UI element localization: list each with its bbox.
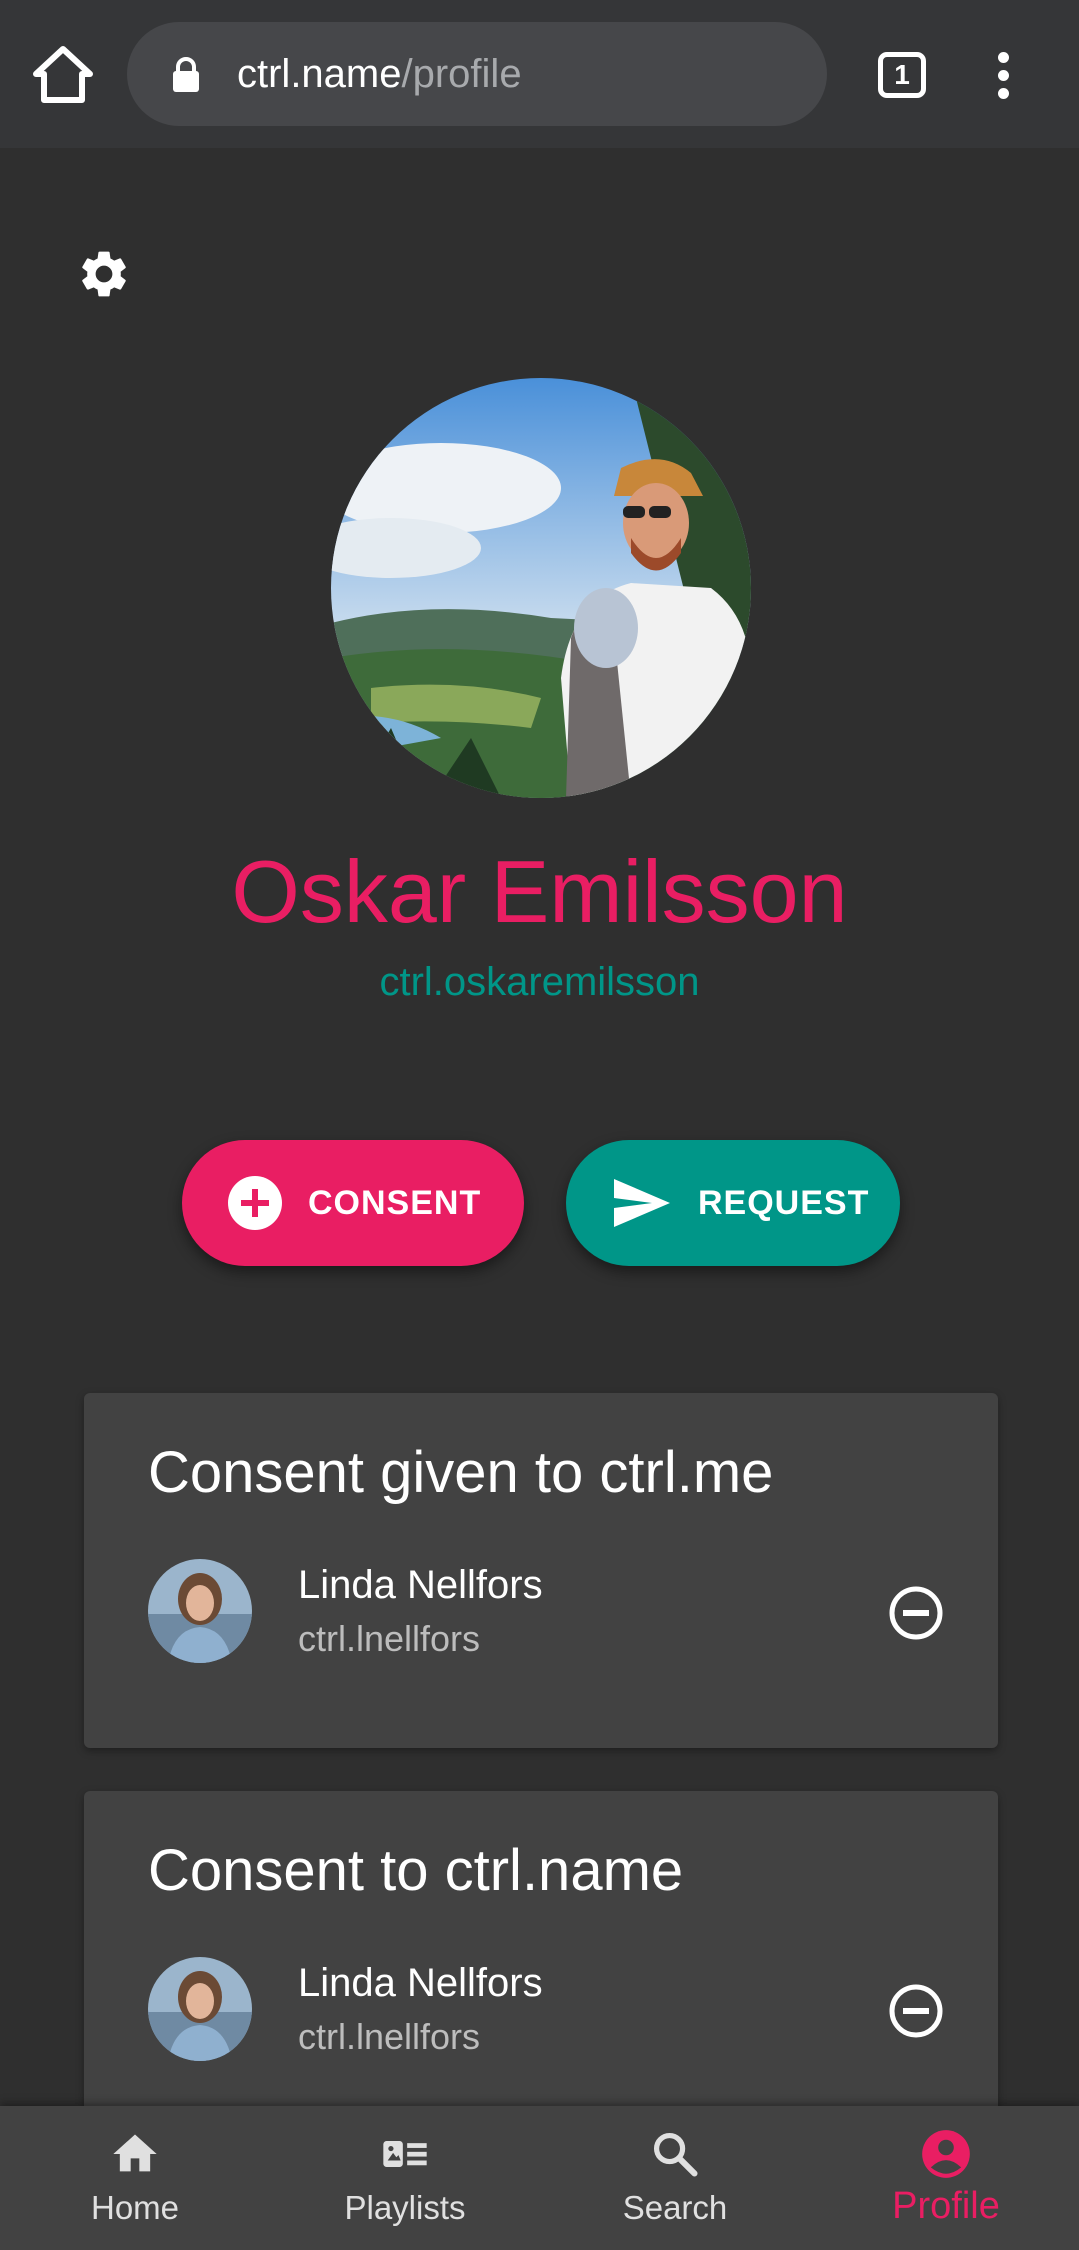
playlists-icon — [383, 2141, 427, 2167]
remove-circle-icon — [889, 1586, 943, 1640]
person-handle: ctrl.lnellfors — [298, 2016, 481, 2057]
person-name: Linda Nellfors — [298, 1961, 543, 2005]
add-circle-icon — [228, 1176, 282, 1230]
browser-home-button[interactable] — [30, 44, 96, 106]
search-icon — [653, 2132, 698, 2177]
avatar — [148, 1559, 252, 1663]
url-host: ctrl.name — [237, 52, 402, 96]
person-handle: ctrl.lnellfors — [298, 1618, 481, 1659]
list-item: Linda Nellfors ctrl.lnellfors — [148, 1957, 948, 2063]
profile-handle: ctrl.oskaremilsson — [379, 960, 700, 1004]
nav-item-profile[interactable]: Profile — [846, 2106, 1046, 2250]
consent-to-card: Consent to ctrl.name Linda Nellfors ctrl… — [84, 1791, 998, 2121]
bottom-navigation: Home Playlists Search Profile — [0, 2106, 1079, 2250]
gear-icon — [82, 251, 126, 297]
consent-button-label: CONSENT — [308, 1183, 482, 1222]
profile-name: Oskar Emilsson — [231, 842, 848, 941]
profile-photo — [331, 378, 751, 798]
remove-consent-button[interactable] — [888, 1983, 944, 2039]
nav-label: Search — [622, 2189, 728, 2226]
consent-given-card: Consent given to ctrl.me Linda Nellfors … — [84, 1393, 998, 1748]
nav-item-playlists[interactable]: Playlists — [305, 2106, 505, 2250]
avatar — [148, 1957, 252, 2061]
browser-toolbar: ctrl.name/profile 1 — [0, 0, 1079, 148]
address-bar[interactable]: ctrl.name/profile — [127, 22, 827, 126]
card-title: Consent given to ctrl.me — [148, 1440, 774, 1505]
settings-button[interactable] — [76, 246, 132, 302]
more-vert-icon[interactable] — [993, 52, 1013, 100]
tab-switcher-button[interactable]: 1 — [878, 52, 926, 98]
account-circle-icon — [922, 2130, 970, 2178]
lock-icon — [173, 57, 199, 92]
consent-button[interactable]: CONSENT — [182, 1140, 524, 1266]
profile-page: ctrl.name/profile 1 Oskar Emilsson ctrl.… — [0, 0, 1079, 2250]
request-button-label: REQUEST — [698, 1183, 870, 1222]
tab-count: 1 — [894, 59, 910, 90]
list-item: Linda Nellfors ctrl.lnellfors — [148, 1559, 948, 1665]
home-icon — [113, 2134, 157, 2172]
card-title: Consent to ctrl.name — [148, 1838, 684, 1903]
url-path: /profile — [401, 52, 522, 96]
nav-item-home[interactable]: Home — [35, 2106, 235, 2250]
nav-label: Home — [90, 2189, 180, 2226]
nav-label: Profile — [892, 2185, 1000, 2227]
remove-consent-button[interactable] — [888, 1585, 944, 1641]
url-text: ctrl.name/profile — [237, 50, 522, 98]
person-name: Linda Nellfors — [298, 1563, 543, 1607]
nav-item-search[interactable]: Search — [575, 2106, 775, 2250]
nav-label: Playlists — [344, 2189, 466, 2226]
profile-avatar — [331, 378, 751, 798]
send-icon — [614, 1179, 670, 1227]
remove-circle-icon — [889, 1984, 943, 2038]
home-icon — [33, 46, 93, 103]
request-button[interactable]: REQUEST — [566, 1140, 900, 1266]
